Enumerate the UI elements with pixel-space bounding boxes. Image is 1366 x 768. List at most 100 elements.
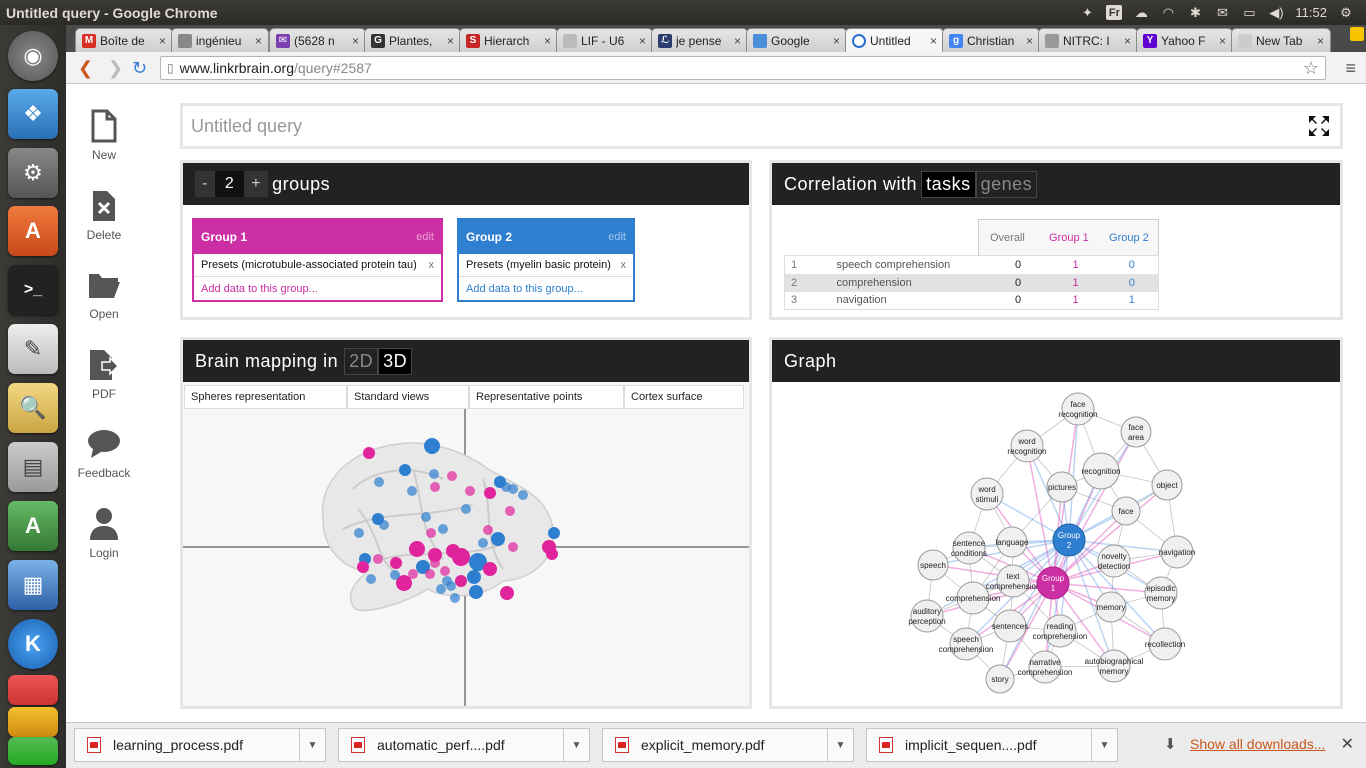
cortex-surface-tab[interactable]: Cortex surface	[624, 385, 744, 409]
table-row[interactable]: 1 speech comprehension 0 1 0	[785, 256, 1159, 274]
download-menu-arrow-icon[interactable]: ▼	[563, 729, 589, 761]
tab-close-icon[interactable]: ×	[255, 34, 262, 48]
2d-mode-button[interactable]: 2D	[344, 347, 379, 375]
firefox-icon[interactable]	[8, 675, 58, 705]
graph-node-word-recognition[interactable]: wordrecognition	[1007, 429, 1047, 463]
graph-node-sentence-conditions[interactable]: sentenceconditions	[951, 531, 987, 565]
graph-node-story[interactable]: story	[985, 664, 1015, 694]
graph-node-face-recognition[interactable]: facerecognition	[1058, 392, 1098, 426]
reload-icon[interactable]: ↻	[132, 58, 147, 79]
query-title-field[interactable]: Untitled query	[180, 103, 1343, 149]
pdf-button[interactable]: PDF	[66, 345, 142, 401]
tasks-mode-button[interactable]: tasks	[921, 170, 976, 198]
graph-node-recognition[interactable]: recognition	[1081, 452, 1121, 490]
bookmark-star-icon[interactable]: ☆	[1303, 58, 1319, 79]
tab-11[interactable]: NITRC: I ×	[1038, 28, 1138, 52]
app-stack-icon[interactable]	[8, 707, 58, 737]
tab-5[interactable]: S Hierarch ×	[459, 28, 558, 52]
tab-close-icon[interactable]: ×	[1317, 34, 1324, 48]
graph-node-speech-comprehension[interactable]: speechcomprehension	[939, 627, 994, 661]
clock[interactable]: 11:52	[1295, 5, 1327, 20]
tab-4[interactable]: G Plantes, ×	[364, 28, 461, 52]
graph-node-navigation[interactable]: navigation	[1159, 535, 1195, 569]
text-editor-icon[interactable]: ✎	[8, 324, 58, 374]
tab-close-icon[interactable]: ×	[639, 34, 646, 48]
wifi-icon[interactable]: ◠	[1160, 5, 1176, 20]
tab-6[interactable]: LIF - U6 ×	[556, 28, 653, 52]
update-manager-icon[interactable]: A	[8, 501, 58, 551]
open-button[interactable]: Open	[66, 265, 142, 321]
graph-node-group2[interactable]: Group2	[1052, 523, 1086, 557]
table-row[interactable]: 2 comprehension 0 1 0	[784, 273, 1159, 292]
graph-node-face-area[interactable]: facearea	[1120, 416, 1152, 448]
login-button[interactable]: Login	[66, 504, 142, 560]
kile-icon[interactable]: K	[8, 619, 58, 669]
group-1-add-data-link[interactable]: Add data to this group...	[194, 277, 441, 300]
back-arrow-icon[interactable]: ❮	[78, 58, 93, 79]
feedback-button[interactable]: Feedback	[66, 424, 142, 480]
graph-node-word-stimuli[interactable]: wordstimuli	[970, 477, 1004, 511]
standard-views-tab[interactable]: Standard views	[347, 385, 469, 409]
genes-mode-button[interactable]: genes	[975, 170, 1038, 198]
delete-button[interactable]: Delete	[66, 186, 142, 242]
decrement-groups-button[interactable]: -	[195, 171, 215, 197]
tab-close-icon[interactable]: ×	[544, 34, 551, 48]
tab-close-icon[interactable]: ×	[1219, 34, 1226, 48]
3d-mode-button[interactable]: 3D	[378, 347, 413, 375]
settings-gear-icon[interactable]: ⚙	[1338, 5, 1354, 20]
mail-icon[interactable]: ✉	[1214, 5, 1230, 20]
system-settings-icon[interactable]: ⚙	[8, 148, 58, 198]
graph-node-memory[interactable]: memory	[1095, 591, 1127, 623]
download-item[interactable]: learning_process.pdf ▼	[74, 728, 326, 762]
download-menu-arrow-icon[interactable]: ▼	[827, 729, 853, 761]
spheres-representation-tab[interactable]: Spheres representation	[184, 385, 347, 409]
download-item[interactable]: explicit_memory.pdf ▼	[602, 728, 854, 762]
tab-close-icon[interactable]: ×	[352, 34, 359, 48]
show-all-downloads-link[interactable]: Show all downloads...	[1190, 736, 1325, 752]
tab-close-icon[interactable]: ×	[734, 34, 741, 48]
tab-close-icon[interactable]: ×	[1026, 34, 1033, 48]
fullscreen-expand-icon[interactable]	[1308, 115, 1330, 137]
group-2-edit-link[interactable]: edit	[608, 231, 626, 243]
tab-close-icon[interactable]: ×	[159, 34, 166, 48]
graph-node-object[interactable]: object	[1151, 469, 1183, 501]
tab-7[interactable]: ℒje pense ×	[651, 28, 748, 52]
graph-node-face[interactable]: face	[1111, 496, 1141, 526]
file-cabinet-icon[interactable]: ▤	[8, 442, 58, 492]
tab-12[interactable]: Y Yahoo F ×	[1136, 28, 1233, 52]
increment-groups-button[interactable]: +	[244, 171, 269, 197]
graph-node-recollection[interactable]: recollection	[1145, 627, 1185, 661]
tab-close-icon[interactable]: ×	[1124, 34, 1131, 48]
graph-node-speech[interactable]: speech	[917, 549, 949, 581]
new-button[interactable]: New	[66, 106, 142, 162]
volume-icon[interactable]: ◀)	[1268, 5, 1284, 20]
download-item[interactable]: automatic_perf....pdf ▼	[338, 728, 590, 762]
keyboard-layout-indicator[interactable]: Fr	[1106, 5, 1123, 20]
graph-node-episodic-memory[interactable]: episodicmemory	[1144, 576, 1178, 610]
tab-close-icon[interactable]: ×	[930, 34, 937, 48]
graph-node-pictures[interactable]: pictures	[1046, 471, 1078, 503]
tab-10[interactable]: g Christian ×	[942, 28, 1040, 52]
dropbox-tray-icon[interactable]: ✦	[1079, 5, 1095, 20]
menu-icon[interactable]: ≡	[1345, 58, 1356, 79]
tab-9[interactable]: Untitled ×	[845, 28, 944, 53]
ubuntu-dash-icon[interactable]: ◉	[8, 31, 58, 81]
image-viewer-icon[interactable]: 🔍	[8, 383, 58, 433]
document-viewer-icon[interactable]: ▦	[8, 560, 58, 610]
representative-points-tab[interactable]: Representative points	[469, 385, 624, 409]
group-2-remove-button[interactable]: x	[621, 259, 627, 271]
group-1-edit-link[interactable]: edit	[416, 231, 434, 243]
tab-8[interactable]: Google ×	[746, 28, 847, 52]
download-menu-arrow-icon[interactable]: ▼	[1091, 729, 1117, 761]
graph-node-auditory-perception[interactable]: auditoryperception	[908, 599, 946, 633]
task-graph[interactable]: facerecognitionfaceareawordrecognitionre…	[772, 382, 1340, 706]
warning-icon[interactable]	[1350, 27, 1364, 41]
terminal-icon[interactable]: >_	[8, 265, 58, 315]
tab-2[interactable]: ingénieu ×	[171, 28, 269, 52]
group-2-add-data-link[interactable]: Add data to this group...	[459, 277, 633, 300]
forward-arrow-icon[interactable]: ❯	[108, 58, 123, 79]
brain-3d-view[interactable]	[183, 409, 749, 706]
address-bar[interactable]: ▯ www.linkrbrain.org/query#2587 ☆	[160, 56, 1326, 80]
software-center-icon[interactable]: A	[8, 206, 58, 256]
group-1-remove-button[interactable]: x	[429, 259, 435, 271]
